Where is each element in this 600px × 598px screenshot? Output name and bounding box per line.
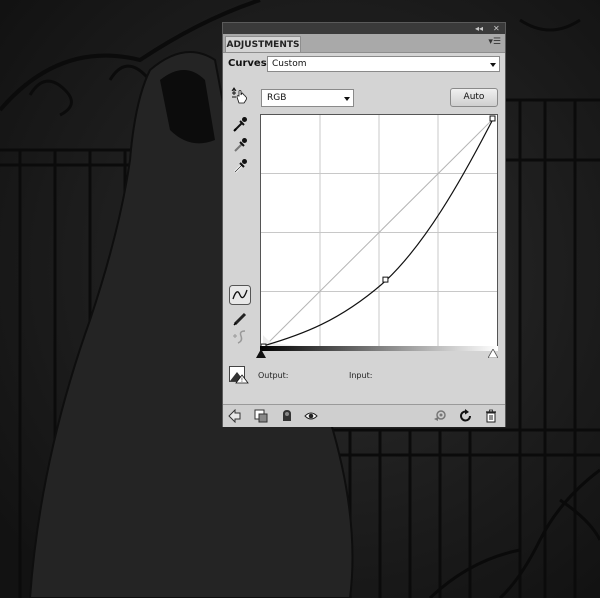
- close-icon[interactable]: ✕: [493, 23, 500, 34]
- clipping-warning-icon[interactable]: !: [229, 366, 249, 384]
- chevron-down-icon: [344, 97, 350, 101]
- panel-tab-row: ADJUSTMENTS ▾☰: [223, 34, 505, 53]
- eye-icon[interactable]: [304, 409, 318, 423]
- output-label: Output:: [258, 371, 289, 380]
- panel-bottom-toolbar: [223, 404, 505, 427]
- curves-graph[interactable]: [260, 114, 498, 351]
- pencil-icon[interactable]: [231, 309, 249, 327]
- eyedropper-gray-icon[interactable]: [231, 136, 249, 154]
- clip-layer-icon[interactable]: [280, 409, 294, 423]
- trash-icon[interactable]: [484, 409, 498, 423]
- curve-points-icon[interactable]: [229, 285, 251, 305]
- panel-menu-icon[interactable]: ▾☰: [488, 37, 501, 47]
- black-point-slider[interactable]: [256, 349, 266, 358]
- hand-target-icon[interactable]: [231, 87, 249, 105]
- back-arrow-icon[interactable]: [228, 409, 242, 423]
- eyedropper-black-icon[interactable]: [231, 115, 249, 133]
- curve-point[interactable]: [382, 276, 389, 283]
- reset-icon[interactable]: [459, 409, 473, 423]
- adjustments-panel: ◂◂ ✕ ADJUSTMENTS ▾☰ Curves Custom RGB Au…: [222, 22, 506, 427]
- collapse-icon[interactable]: ◂◂: [475, 23, 483, 34]
- white-point-slider[interactable]: [488, 349, 498, 358]
- expanded-view-icon[interactable]: [254, 409, 268, 423]
- channel-value: RGB: [267, 93, 287, 103]
- curves-label: Curves: [228, 58, 267, 69]
- tab-adjustments[interactable]: ADJUSTMENTS: [225, 36, 301, 52]
- preset-dropdown[interactable]: Custom: [267, 56, 500, 72]
- previous-state-icon[interactable]: [433, 409, 447, 423]
- input-gradient-bar: [260, 346, 498, 351]
- panel-title-bar[interactable]: ◂◂ ✕: [223, 23, 505, 34]
- curve-endpoint-white[interactable]: [489, 115, 496, 122]
- chevron-down-icon: [490, 63, 496, 67]
- channel-dropdown[interactable]: RGB: [261, 89, 354, 107]
- preset-value: Custom: [272, 59, 307, 69]
- auto-button[interactable]: Auto: [450, 88, 498, 107]
- eyedropper-white-icon[interactable]: [231, 157, 249, 175]
- smooth-curve-icon[interactable]: [231, 328, 249, 346]
- svg-text:!: !: [241, 377, 243, 384]
- input-label: Input:: [349, 371, 373, 380]
